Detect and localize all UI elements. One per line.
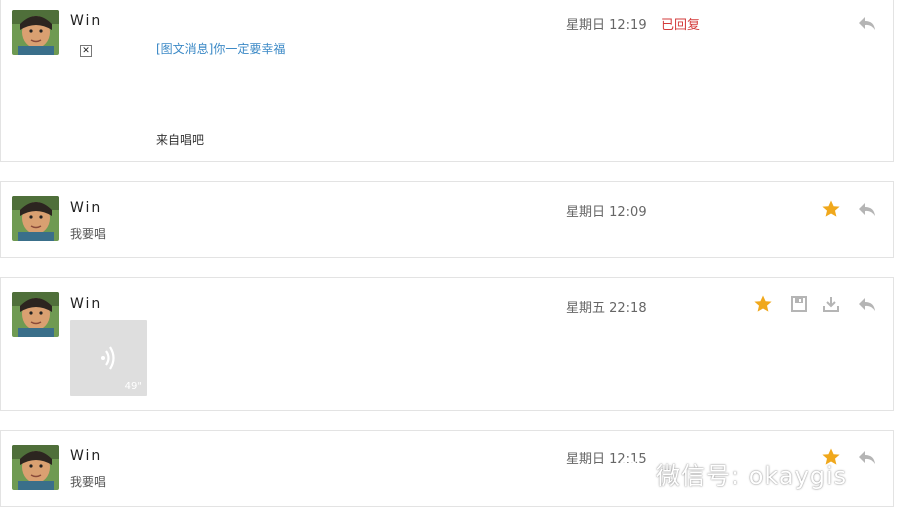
message-card: Win 星期日 12:09 我要唱 bbox=[0, 181, 894, 258]
message-time: 星期五 22:18 bbox=[566, 301, 647, 316]
message-time: 星期日 12:19 bbox=[566, 18, 647, 33]
broken-image-icon: ✕ bbox=[80, 45, 92, 57]
reply-icon[interactable] bbox=[857, 13, 877, 33]
voice-message[interactable]: 49" bbox=[70, 320, 147, 396]
avatar[interactable] bbox=[12, 445, 59, 490]
sender-name: Win bbox=[70, 13, 103, 29]
message-card: Win 星期五 22:18 49" bbox=[0, 277, 894, 411]
message-text: 我要唱 bbox=[70, 227, 107, 241]
source-text: 来自唱吧 bbox=[156, 133, 205, 147]
star-icon[interactable] bbox=[753, 294, 773, 314]
replied-status: 已回复 bbox=[661, 18, 701, 33]
message-time: 星期日 12:09 bbox=[566, 205, 647, 220]
avatar[interactable] bbox=[12, 196, 59, 241]
reply-icon[interactable] bbox=[857, 199, 877, 219]
download-icon[interactable] bbox=[821, 294, 841, 314]
save-icon[interactable] bbox=[789, 294, 809, 314]
wechat-watermark: 微信号: okaygis bbox=[614, 453, 847, 493]
reply-icon[interactable] bbox=[857, 294, 877, 314]
voice-duration: 49" bbox=[124, 381, 142, 392]
news-link[interactable]: [图文消息]你一定要幸福 bbox=[156, 40, 285, 57]
sender-name: Win bbox=[70, 200, 103, 216]
watermark-text: 微信号: okaygis bbox=[656, 461, 848, 490]
sender-name: Win bbox=[70, 448, 103, 464]
message-card: Win ✕ 星期日 12:19 已回复 [图文消息]你一定要幸福 来自唱吧 bbox=[0, 0, 894, 162]
avatar[interactable] bbox=[12, 292, 59, 337]
star-icon[interactable] bbox=[821, 199, 841, 219]
avatar[interactable] bbox=[12, 10, 59, 55]
message-text: 我要唱 bbox=[70, 475, 107, 489]
reply-icon[interactable] bbox=[857, 447, 877, 467]
wechat-logo-icon bbox=[616, 460, 646, 486]
sender-name: Win bbox=[70, 296, 103, 312]
